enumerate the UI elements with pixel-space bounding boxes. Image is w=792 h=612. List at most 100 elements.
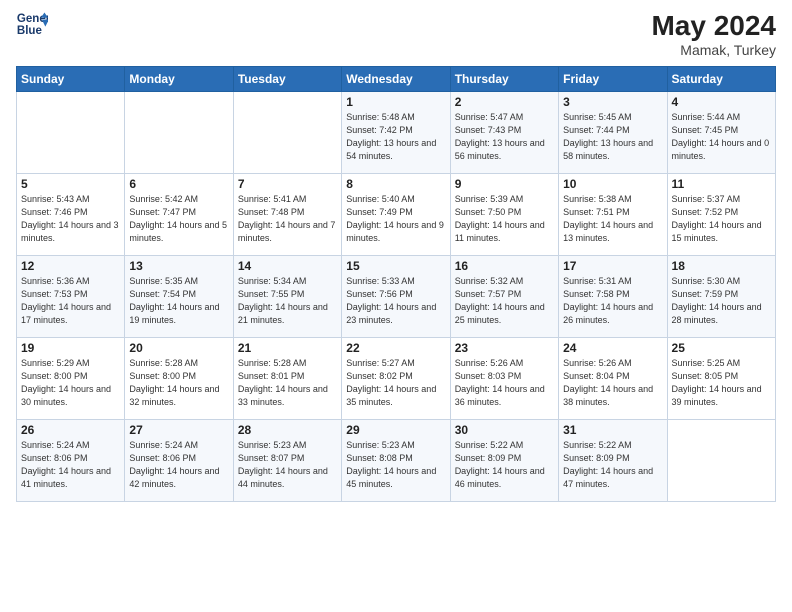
day-number: 7 (238, 177, 337, 191)
week-row-5: 26Sunrise: 5:24 AM Sunset: 8:06 PM Dayli… (17, 420, 776, 502)
day-info: Sunrise: 5:31 AM Sunset: 7:58 PM Dayligh… (563, 275, 662, 327)
col-header-sunday: Sunday (17, 67, 125, 92)
logo-icon: General Blue (16, 10, 48, 38)
day-info: Sunrise: 5:37 AM Sunset: 7:52 PM Dayligh… (672, 193, 771, 245)
day-number: 9 (455, 177, 554, 191)
day-cell (667, 420, 775, 502)
day-cell: 14Sunrise: 5:34 AM Sunset: 7:55 PM Dayli… (233, 256, 341, 338)
day-cell (125, 92, 233, 174)
day-number: 19 (21, 341, 120, 355)
day-cell: 11 Sunrise: 5:37 AM Sunset: 7:52 PM Dayli… (667, 174, 775, 256)
day-number: 4 (672, 95, 771, 109)
day-info: Sunrise: 5:30 AM Sunset: 7:59 PM Dayligh… (672, 275, 771, 327)
day-info: Sunrise: 5:29 AM Sunset: 8:00 PM Dayligh… (21, 357, 120, 409)
day-info: Sunrise: 5:33 AM Sunset: 7:56 PM Dayligh… (346, 275, 445, 327)
day-number: 10 (563, 177, 662, 191)
header: General Blue May 2024 Mamak, Turkey (16, 10, 776, 58)
day-number: 17 (563, 259, 662, 273)
day-info: Sunrise: 5:28 AM Sunset: 8:00 PM Dayligh… (129, 357, 228, 409)
day-cell: 21 Sunrise: 5:28 AM Sunset: 8:01 PM Dayli… (233, 338, 341, 420)
day-number: 21 (238, 341, 337, 355)
day-cell: 12 Sunrise: 5:36 AM Sunset: 7:53 PM Dayli… (17, 256, 125, 338)
day-cell: 26Sunrise: 5:24 AM Sunset: 8:06 PM Dayli… (17, 420, 125, 502)
day-info: Sunrise: 5:39 AM Sunset: 7:50 PM Dayligh… (455, 193, 554, 245)
day-number: 12 (21, 259, 120, 273)
day-cell: 22 Sunrise: 5:27 AM Sunset: 8:02 PM Dayli… (342, 338, 450, 420)
day-number: 13 (129, 259, 228, 273)
day-cell: 20 Sunrise: 5:28 AM Sunset: 8:00 PM Dayli… (125, 338, 233, 420)
day-number: 2 (455, 95, 554, 109)
day-info: Sunrise: 5:26 AM Sunset: 8:03 PM Dayligh… (455, 357, 554, 409)
day-number: 8 (346, 177, 445, 191)
day-cell: 18 Sunrise: 5:30 AM Sunset: 7:59 PM Dayli… (667, 256, 775, 338)
day-info: Sunrise: 5:43 AM Sunset: 7:46 PM Dayligh… (21, 193, 120, 245)
day-number: 11 (672, 177, 771, 191)
week-row-3: 12 Sunrise: 5:36 AM Sunset: 7:53 PM Dayli… (17, 256, 776, 338)
day-info: Sunrise: 5:42 AM Sunset: 7:47 PM Dayligh… (129, 193, 228, 245)
day-cell: 25 Sunrise: 5:25 AM Sunset: 8:05 PM Dayli… (667, 338, 775, 420)
week-row-4: 19 Sunrise: 5:29 AM Sunset: 8:00 PM Dayli… (17, 338, 776, 420)
day-cell: 5Sunrise: 5:43 AM Sunset: 7:46 PM Daylig… (17, 174, 125, 256)
day-number: 22 (346, 341, 445, 355)
day-cell: 19 Sunrise: 5:29 AM Sunset: 8:00 PM Dayli… (17, 338, 125, 420)
day-cell: 7Sunrise: 5:41 AM Sunset: 7:48 PM Daylig… (233, 174, 341, 256)
col-header-wednesday: Wednesday (342, 67, 450, 92)
day-info: Sunrise: 5:35 AM Sunset: 7:54 PM Dayligh… (129, 275, 228, 327)
day-info: Sunrise: 5:47 AM Sunset: 7:43 PM Dayligh… (455, 111, 554, 163)
day-info: Sunrise: 5:22 AM Sunset: 8:09 PM Dayligh… (455, 439, 554, 491)
day-number: 28 (238, 423, 337, 437)
calendar-table: SundayMondayTuesdayWednesdayThursdayFrid… (16, 66, 776, 502)
day-cell (233, 92, 341, 174)
day-cell: 24 Sunrise: 5:26 AM Sunset: 8:04 PM Dayli… (559, 338, 667, 420)
day-info: Sunrise: 5:26 AM Sunset: 8:04 PM Dayligh… (563, 357, 662, 409)
svg-text:Blue: Blue (17, 25, 43, 37)
col-header-saturday: Saturday (667, 67, 775, 92)
day-number: 24 (563, 341, 662, 355)
logo: General Blue (16, 10, 48, 38)
day-info: Sunrise: 5:28 AM Sunset: 8:01 PM Dayligh… (238, 357, 337, 409)
day-cell: 4 Sunrise: 5:44 AM Sunset: 7:45 PM Daylig… (667, 92, 775, 174)
day-info: Sunrise: 5:23 AM Sunset: 8:07 PM Dayligh… (238, 439, 337, 491)
day-cell: 17 Sunrise: 5:31 AM Sunset: 7:58 PM Dayli… (559, 256, 667, 338)
day-number: 20 (129, 341, 228, 355)
header-row: SundayMondayTuesdayWednesdayThursdayFrid… (17, 67, 776, 92)
day-cell: 29Sunrise: 5:23 AM Sunset: 8:08 PM Dayli… (342, 420, 450, 502)
col-header-monday: Monday (125, 67, 233, 92)
day-number: 6 (129, 177, 228, 191)
day-number: 18 (672, 259, 771, 273)
title-block: May 2024 Mamak, Turkey (651, 10, 776, 58)
day-cell: 28 Sunrise: 5:23 AM Sunset: 8:07 PM Dayli… (233, 420, 341, 502)
day-number: 29 (346, 423, 445, 437)
day-number: 15 (346, 259, 445, 273)
day-number: 25 (672, 341, 771, 355)
day-cell: 16Sunrise: 5:32 AM Sunset: 7:57 PM Dayli… (450, 256, 558, 338)
page: General Blue May 2024 Mamak, Turkey Sund… (0, 0, 792, 612)
day-number: 27 (129, 423, 228, 437)
day-info: Sunrise: 5:44 AM Sunset: 7:45 PM Dayligh… (672, 111, 771, 163)
day-info: Sunrise: 5:34 AM Sunset: 7:55 PM Dayligh… (238, 275, 337, 327)
calendar-location: Mamak, Turkey (651, 42, 776, 58)
day-cell: 10Sunrise: 5:38 AM Sunset: 7:51 PM Dayli… (559, 174, 667, 256)
day-info: Sunrise: 5:25 AM Sunset: 8:05 PM Dayligh… (672, 357, 771, 409)
col-header-thursday: Thursday (450, 67, 558, 92)
day-number: 23 (455, 341, 554, 355)
day-info: Sunrise: 5:24 AM Sunset: 8:06 PM Dayligh… (21, 439, 120, 491)
week-row-2: 5Sunrise: 5:43 AM Sunset: 7:46 PM Daylig… (17, 174, 776, 256)
day-number: 1 (346, 95, 445, 109)
day-cell: 23 Sunrise: 5:26 AM Sunset: 8:03 PM Dayli… (450, 338, 558, 420)
day-cell: 15 Sunrise: 5:33 AM Sunset: 7:56 PM Dayli… (342, 256, 450, 338)
day-info: Sunrise: 5:36 AM Sunset: 7:53 PM Dayligh… (21, 275, 120, 327)
day-info: Sunrise: 5:40 AM Sunset: 7:49 PM Dayligh… (346, 193, 445, 245)
day-info: Sunrise: 5:32 AM Sunset: 7:57 PM Dayligh… (455, 275, 554, 327)
day-cell (17, 92, 125, 174)
col-header-friday: Friday (559, 67, 667, 92)
week-row-1: 1Sunrise: 5:48 AM Sunset: 7:42 PM Daylig… (17, 92, 776, 174)
day-number: 3 (563, 95, 662, 109)
day-number: 30 (455, 423, 554, 437)
day-info: Sunrise: 5:45 AM Sunset: 7:44 PM Dayligh… (563, 111, 662, 163)
day-cell: 9 Sunrise: 5:39 AM Sunset: 7:50 PM Daylig… (450, 174, 558, 256)
day-cell: 3 Sunrise: 5:45 AM Sunset: 7:44 PM Daylig… (559, 92, 667, 174)
day-info: Sunrise: 5:27 AM Sunset: 8:02 PM Dayligh… (346, 357, 445, 409)
day-cell: 8 Sunrise: 5:40 AM Sunset: 7:49 PM Daylig… (342, 174, 450, 256)
day-cell: 13 Sunrise: 5:35 AM Sunset: 7:54 PM Dayli… (125, 256, 233, 338)
